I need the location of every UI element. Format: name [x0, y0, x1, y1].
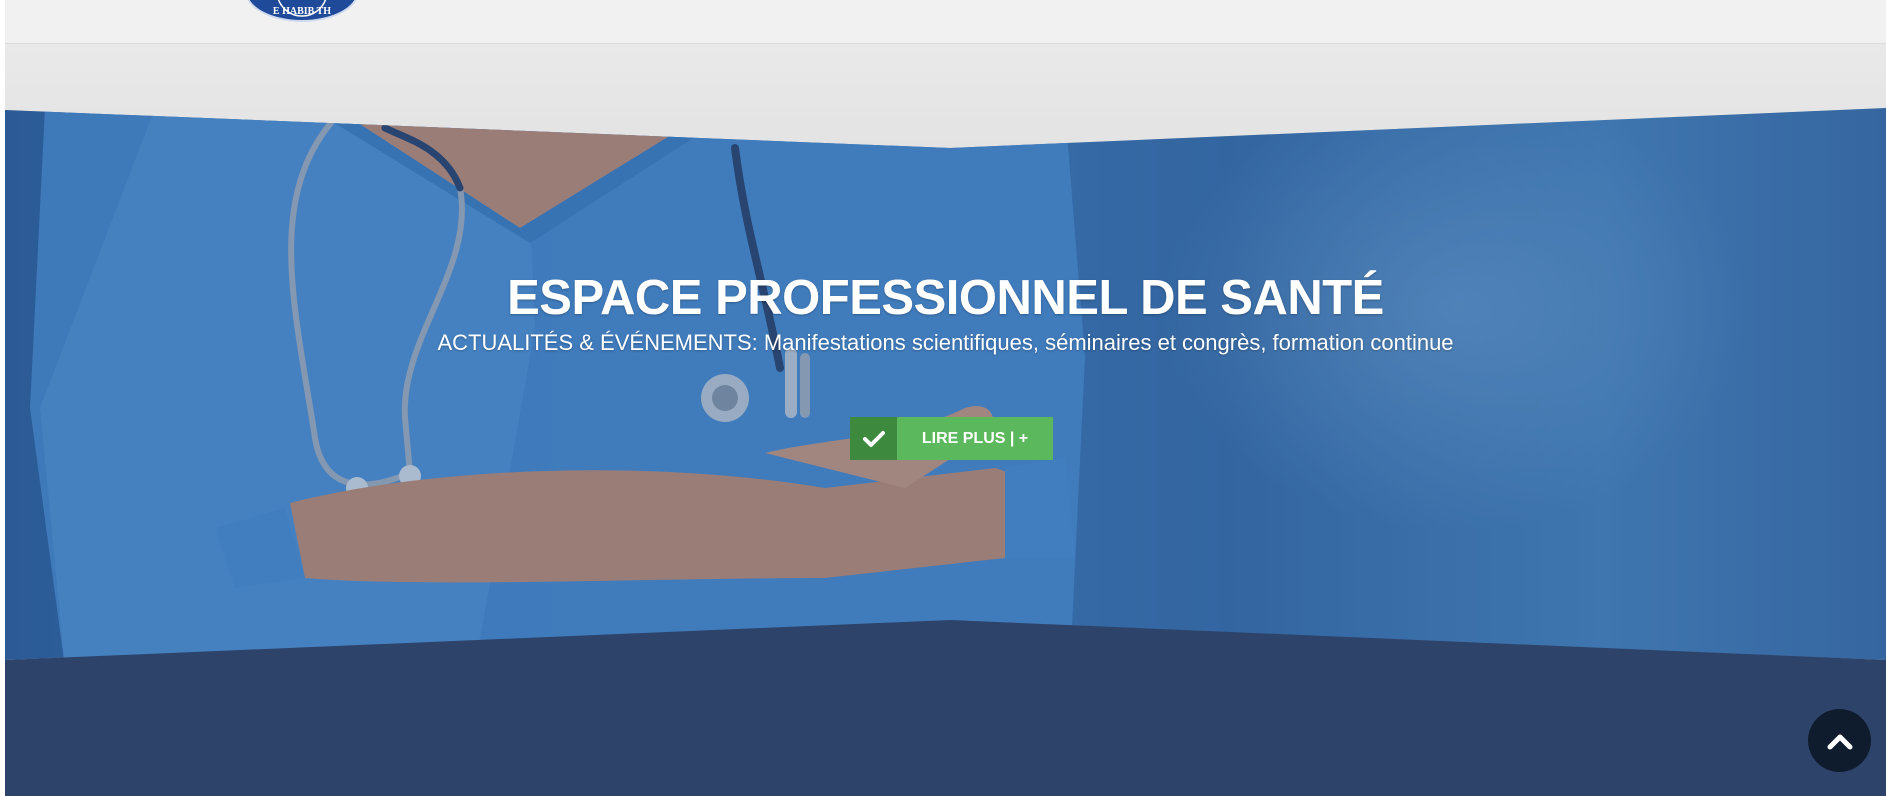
hero-title: ESPACE PROFESSIONNEL DE SANTÉ — [507, 271, 1384, 325]
hero-section: ESPACE PROFESSIONNEL DE SANTÉ ACTUALITÉS… — [5, 108, 1886, 660]
hero-subtitle: ACTUALITÉS & ÉVÉNEMENTS: Manifestations … — [437, 330, 1454, 355]
logo-text: E HABIB TH — [273, 6, 331, 17]
read-more-label: LIRE PLUS | + — [897, 417, 1053, 460]
site-header: E HABIB TH — [5, 0, 1886, 44]
site-logo[interactable]: E HABIB TH — [245, 0, 359, 22]
scroll-to-top-button[interactable] — [1808, 709, 1871, 772]
circular-seal-logo-icon: E HABIB TH — [273, 0, 331, 17]
page-left-edge — [0, 0, 5, 796]
read-more-button[interactable]: LIRE PLUS | + — [850, 417, 1053, 460]
doctor-background-image — [5, 108, 1886, 660]
chevron-up-icon — [1827, 734, 1852, 749]
check-icon — [850, 417, 897, 460]
